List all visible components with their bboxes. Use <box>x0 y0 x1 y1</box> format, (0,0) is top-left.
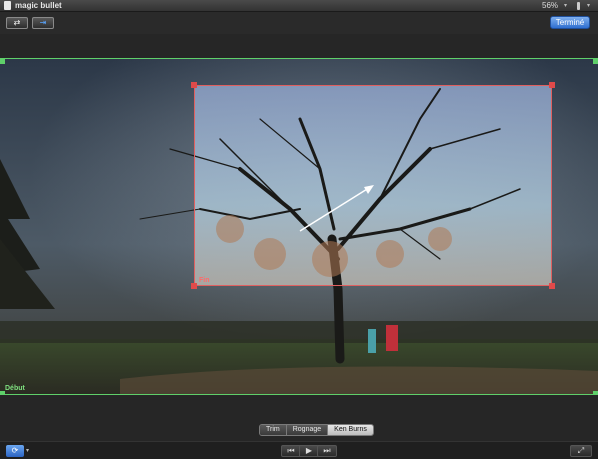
done-button[interactable]: Terminé <box>550 16 590 29</box>
playback-bar: ⟳ ▾ ⏮ ▶ ⏭ ⤢ <box>0 441 598 459</box>
tab-trim[interactable]: Trim <box>260 425 287 435</box>
zoom-level[interactable]: 56% <box>542 0 558 12</box>
loop-icon: ⟳ <box>11 446 19 455</box>
zoom-dropdown-icon[interactable]: ▾ <box>564 0 567 12</box>
start-frame-label: Début <box>5 385 25 392</box>
end-frame-label: Fin <box>199 277 210 284</box>
next-button[interactable]: ⏭ <box>317 445 337 457</box>
volume-dropdown-icon[interactable]: ▾ <box>587 0 590 12</box>
volume-icon[interactable] <box>577 2 580 10</box>
play-button[interactable]: ▶ <box>299 445 319 457</box>
end-frame-rectangle[interactable]: Fin <box>191 82 555 289</box>
swap-frames-button[interactable]: ⇄ <box>6 17 28 29</box>
resize-handle[interactable] <box>191 82 197 88</box>
loop-button[interactable]: ⟳ <box>6 445 24 457</box>
video-viewer[interactable]: Fin Début <box>0 58 598 395</box>
mode-segmented-control: Trim Rognage Ken Burns <box>259 424 374 436</box>
fullscreen-button[interactable]: ⤢ <box>570 445 592 457</box>
match-frame-button[interactable]: ⇥ <box>32 17 54 29</box>
swap-icon: ⇄ <box>13 18 21 27</box>
skip-back-icon: ⏮ <box>287 446 295 455</box>
title-bar: magic bullet 56% ▾ ▾ <box>0 0 598 12</box>
tab-crop[interactable]: Rognage <box>286 425 329 435</box>
tab-ken-burns[interactable]: Ken Burns <box>328 425 373 435</box>
resize-handle[interactable] <box>191 283 197 289</box>
resize-handle[interactable] <box>549 283 555 289</box>
window-title: magic bullet <box>15 1 62 10</box>
skip-forward-icon: ⏭ <box>323 446 331 455</box>
fullscreen-icon: ⤢ <box>577 446 585 455</box>
document-icon <box>4 1 11 10</box>
toolbar: ⇄ ⇥ Terminé <box>0 12 598 34</box>
play-icon: ▶ <box>305 446 313 455</box>
resize-handle[interactable] <box>549 82 555 88</box>
previous-button[interactable]: ⏮ <box>281 445 301 457</box>
loop-dropdown-icon[interactable]: ▾ <box>26 445 29 457</box>
match-icon: ⇥ <box>39 18 47 27</box>
